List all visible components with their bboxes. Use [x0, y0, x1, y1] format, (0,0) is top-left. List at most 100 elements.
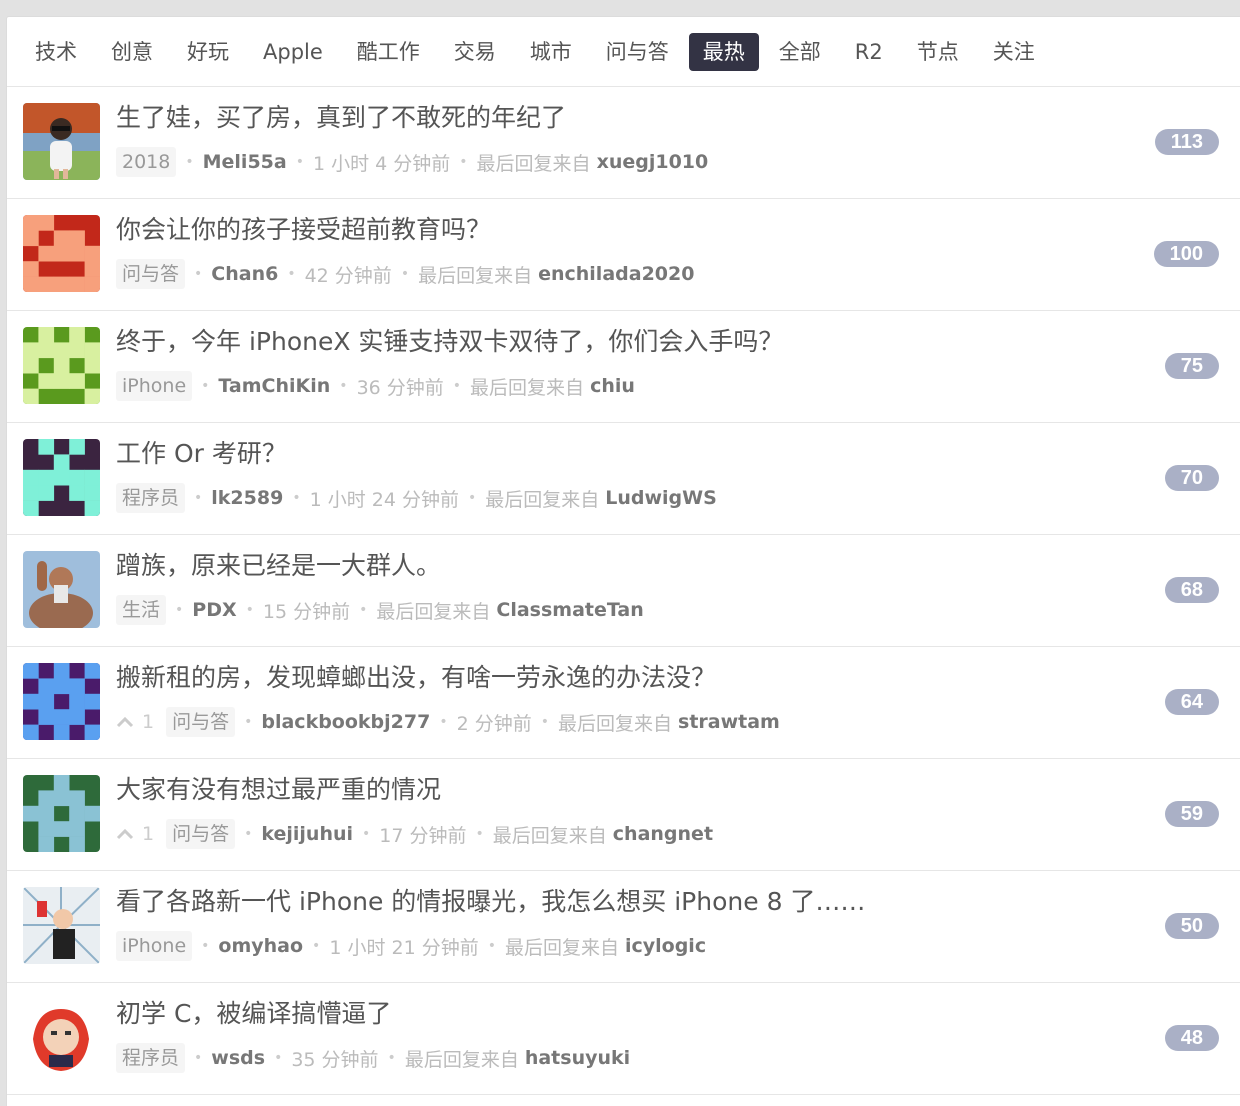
topic-title-link[interactable]: 蹭族，原来已经是一大群人。 — [116, 549, 441, 583]
time-ago: 35 分钟前 — [291, 1048, 379, 1071]
separator-dot: • — [292, 490, 301, 506]
last-reply-label: 最后回复来自 — [376, 600, 491, 623]
separator-dot: • — [194, 266, 203, 282]
node-tag[interactable]: 问与答 — [116, 259, 186, 289]
avatar[interactable] — [23, 551, 100, 628]
avatar[interactable] — [23, 103, 100, 180]
topic-meta: 问与答 • Chan6 • 42 分钟前 • 最后回复来自 enchilada2020 — [116, 258, 694, 290]
main-box: 技术 创意 好玩 Apple 酷工作 交易 城市 问与答 最热 全部 R2 节点 关注 生了娃，买了房，… — [6, 16, 1240, 1106]
topic-title-link[interactable]: 你会让你的孩子接受超前教育吗？ — [116, 213, 491, 247]
topic-title-link[interactable]: 工作 Or 考研？ — [116, 437, 287, 471]
reply-count-badge[interactable]: 75 — [1164, 353, 1219, 379]
tab-8[interactable]: 最热 — [688, 32, 759, 71]
separator-dot: • — [201, 378, 210, 394]
topic-meta: 1 问与答 • blackbookbj277 • 2 分钟前 • 最后回复来自 strawtam — [116, 706, 780, 738]
author-link[interactable]: PDX — [192, 599, 236, 621]
topic-meta: 2018 • Meli55a • 1 小时 4 分钟前 • 最后回复来自 xuegj1010 — [116, 146, 708, 178]
tab-11[interactable]: 节点 — [903, 33, 973, 71]
author-link[interactable]: omyhao — [218, 935, 303, 957]
node-tag[interactable]: 问与答 — [166, 819, 236, 849]
topic-title-link[interactable]: 搬新租的房，发现蟑螂出没，有啥一劳永逸的办法没？ — [116, 661, 716, 695]
topic-row: 终于，今年 iPhoneX 实锤支持双卡双待了，你们会入手吗？ iPhone • Ta… — [7, 311, 1240, 423]
tab-bar: 技术 创意 好玩 Apple 酷工作 交易 城市 问与答 最热 全部 R2 节点 关注 — [7, 17, 1240, 87]
node-tag[interactable]: 程序员 — [116, 1043, 186, 1073]
reply-count-badge[interactable]: 70 — [1164, 465, 1219, 491]
separator-dot: • — [359, 602, 368, 618]
topic-title-link[interactable]: 大家有没有想过最严重的情况 — [116, 773, 441, 807]
reply-count-badge[interactable]: 59 — [1164, 801, 1219, 827]
topic-meta: 程序员 • lk2589 • 1 小时 24 分钟前 • 最后回复来自 LudwigWS — [116, 482, 717, 514]
topic-row: 搬新租的房，发现蟑螂出没，有啥一劳永逸的办法没？ 1 问与答 • blackbookbj… — [7, 647, 1240, 759]
topic-title-link[interactable]: 初学 C，被编译搞懵逼了 — [116, 997, 391, 1031]
author-link[interactable]: Meli55a — [203, 151, 287, 173]
topic-meta: iPhone • TamChiKin • 36 分钟前 • 最后回复来自 chiu — [116, 370, 635, 402]
node-tag[interactable]: 2018 — [116, 147, 177, 177]
topic-title-link[interactable]: 生了娃，买了房，真到了不敢死的年纪了 — [116, 101, 566, 135]
author-link[interactable]: kejijuhui — [261, 823, 353, 845]
reply-count-badge[interactable]: 68 — [1164, 577, 1219, 603]
reply-count-badge[interactable]: 48 — [1164, 1025, 1219, 1051]
avatar[interactable] — [23, 887, 100, 964]
avatar[interactable] — [23, 999, 100, 1076]
tab-1[interactable]: 创意 — [97, 33, 167, 71]
last-reply-user-link[interactable]: hatsuyuki — [525, 1047, 630, 1069]
vote-count[interactable]: 1 — [116, 823, 154, 845]
last-reply-label: 最后回复来自 — [404, 1048, 519, 1071]
node-tag[interactable]: 生活 — [116, 595, 167, 625]
author-link[interactable]: TamChiKin — [218, 375, 330, 397]
separator-dot: • — [387, 1050, 396, 1066]
node-tag[interactable]: iPhone — [116, 371, 193, 401]
separator-dot: • — [287, 266, 296, 282]
last-reply-user-link[interactable]: enchilada2020 — [538, 263, 694, 285]
topic-title-link[interactable]: 看了各路新一代 iPhone 的情报曝光，我怎么想买 iPhone 8 了…… — [116, 885, 865, 919]
node-tag[interactable]: 问与答 — [166, 707, 236, 737]
last-reply-user-link[interactable]: xuegj1010 — [597, 151, 709, 173]
node-tag[interactable]: iPhone — [116, 931, 193, 961]
avatar[interactable] — [23, 439, 100, 516]
avatar[interactable] — [23, 775, 100, 852]
topic-row: 看了各路新一代 iPhone 的情报曝光，我怎么想买 iPhone 8 了…… i… — [7, 871, 1240, 983]
time-ago: 1 小时 4 分钟前 — [312, 152, 451, 175]
avatar[interactable] — [23, 215, 100, 292]
separator-dot: • — [439, 714, 448, 730]
reply-count-badge[interactable]: 50 — [1164, 913, 1219, 939]
last-reply-label: 最后回复来自 — [504, 936, 619, 959]
last-reply-user-link[interactable]: changnet — [613, 823, 713, 845]
author-link[interactable]: wsds — [211, 1047, 265, 1069]
tab-6[interactable]: 城市 — [516, 33, 586, 71]
tab-4[interactable]: 酷工作 — [343, 33, 434, 71]
reply-count-badge[interactable]: 113 — [1154, 129, 1219, 155]
time-ago: 15 分钟前 — [262, 600, 351, 623]
author-link[interactable]: Chan6 — [211, 263, 278, 285]
tab-2[interactable]: 好玩 — [173, 33, 243, 71]
tab-12[interactable]: 关注 — [979, 33, 1049, 71]
tab-9[interactable]: 全部 — [765, 33, 835, 71]
last-reply-user-link[interactable]: icylogic — [625, 935, 706, 957]
last-reply-label: 最后回复来自 — [476, 152, 591, 175]
reply-count-badge[interactable]: 100 — [1153, 241, 1219, 267]
tab-5[interactable]: 交易 — [440, 33, 510, 71]
node-tag[interactable]: 程序员 — [116, 483, 186, 513]
tab-0[interactable]: 技术 — [21, 33, 91, 71]
last-reply-user-link[interactable]: chiu — [590, 375, 635, 397]
tab-10[interactable]: R2 — [841, 33, 897, 71]
vote-count[interactable]: 1 — [116, 711, 154, 733]
author-link[interactable]: blackbookbj277 — [261, 711, 430, 733]
last-reply-user-link[interactable]: strawtam — [678, 711, 780, 733]
upvote-icon — [116, 711, 142, 733]
tab-7[interactable]: 问与答 — [592, 33, 683, 71]
last-reply-label: 最后回复来自 — [558, 712, 673, 735]
topic-title-link[interactable]: 终于，今年 iPhoneX 实锤支持双卡双待了，你们会入手吗？ — [116, 325, 783, 359]
topic-meta: 生活 • PDX • 15 分钟前 • 最后回复来自 ClassmateTan — [116, 594, 644, 626]
time-ago: 1 小时 21 分钟前 — [329, 936, 479, 959]
author-link[interactable]: lk2589 — [211, 487, 283, 509]
avatar[interactable] — [23, 327, 100, 404]
last-reply-user-link[interactable]: LudwigWS — [605, 487, 717, 509]
tab-3[interactable]: Apple — [249, 33, 337, 71]
separator-dot: • — [274, 1050, 283, 1066]
separator-dot: • — [487, 938, 496, 954]
last-reply-user-link[interactable]: ClassmateTan — [496, 599, 643, 621]
reply-count-badge[interactable]: 64 — [1164, 689, 1219, 715]
avatar[interactable] — [23, 663, 100, 740]
topic-row: 你会让你的孩子接受超前教育吗？ 问与答 • Chan6 • 42 分钟前 • 最后回复来自 en… — [7, 199, 1240, 311]
